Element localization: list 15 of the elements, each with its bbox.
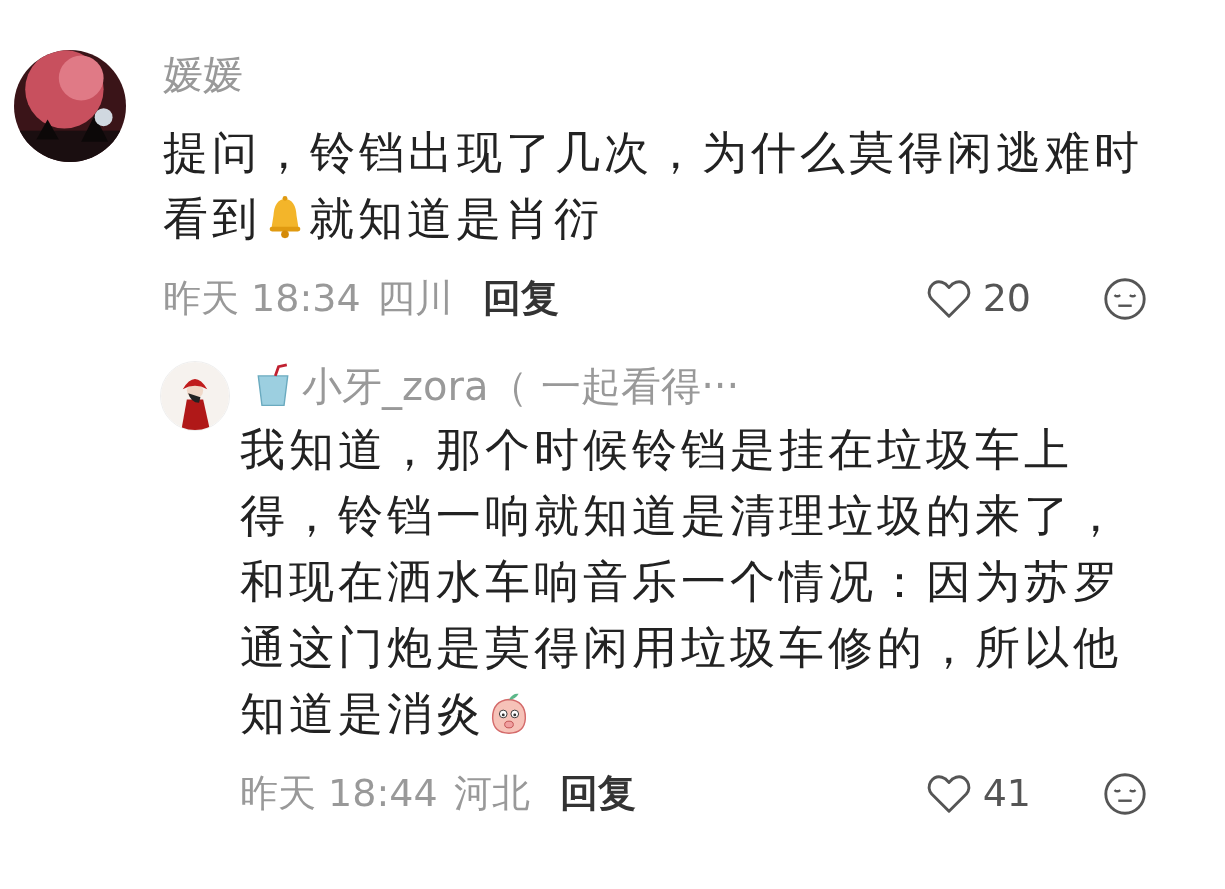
comment-location: 四川 xyxy=(376,275,453,322)
comment-text: 我知道，那个时候铃铛是挂在垃圾车上得，铃铛一响就知道是清理垃圾的来了，和现在洒水车响音乐一个情况：因为苏罗通这门炮是莫得闲用垃圾车修的，所以他 xyxy=(240,422,1123,676)
reply-link[interactable]: 回复 xyxy=(559,765,636,822)
comment-text: 提问，铃铛出现了几次，为什么莫得闲逃难时 xyxy=(163,125,1144,181)
comment-text: 看到 xyxy=(163,192,261,245)
like-count: 20 xyxy=(982,275,1031,322)
comment-text: 就知道是肖衍 xyxy=(309,192,603,245)
comment-text: 知道是消炎 xyxy=(240,687,485,740)
like-count: 41 xyxy=(982,770,1031,817)
reply-link[interactable]: 回复 xyxy=(482,270,559,327)
user-name: 媛媛 xyxy=(163,50,243,98)
user-name: 小牙_zora（ 一起看得··· xyxy=(302,362,740,410)
comment-location: 河北 xyxy=(453,770,530,817)
comment-time: 昨天 18:44 xyxy=(240,770,438,817)
comment-time: 昨天 18:34 xyxy=(163,275,361,322)
